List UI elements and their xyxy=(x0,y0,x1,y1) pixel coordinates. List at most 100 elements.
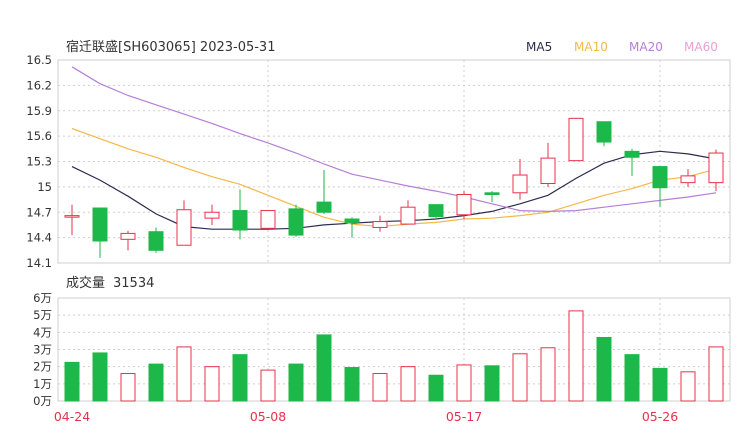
candle-body xyxy=(484,192,500,195)
candle-body xyxy=(176,209,192,246)
date-tick-label: 04-24 xyxy=(54,409,90,424)
volume-bar xyxy=(652,367,668,402)
volume-tick-label: 3万 xyxy=(33,343,52,357)
candle xyxy=(260,210,276,229)
candle-body xyxy=(680,175,696,184)
price-tick-label: 14.7 xyxy=(26,205,52,219)
date-tick-label: 05-17 xyxy=(446,409,482,424)
candle xyxy=(232,189,248,240)
price-tick-label: 15 xyxy=(37,180,52,194)
candle xyxy=(64,204,80,236)
volume-bar xyxy=(484,365,500,402)
volume-panel: 6万 5万 4万 3万 2万 1万 0万 xyxy=(33,291,731,408)
price-panel: 16.5 16.2 15.9 15.6 15.3 15 14.7 14.4 14.1 xyxy=(26,53,731,270)
volume-bar xyxy=(204,366,220,402)
volume-bars xyxy=(64,310,724,402)
candle-body xyxy=(344,218,360,223)
legend-ma20: MA20 xyxy=(629,40,663,54)
price-tick-label: 16.5 xyxy=(26,53,52,67)
volume-bar xyxy=(456,364,472,402)
candle xyxy=(400,200,416,225)
candle xyxy=(596,121,612,147)
candle-body xyxy=(708,152,724,184)
candle xyxy=(316,169,332,214)
candle-body xyxy=(652,166,668,189)
candle xyxy=(708,149,724,192)
volume-tick-label: 1万 xyxy=(33,377,52,391)
volume-bar xyxy=(148,363,164,402)
date-tick-label: 05-26 xyxy=(642,409,678,424)
moving-average-lines xyxy=(71,66,717,230)
volume-tick-label: 4万 xyxy=(33,325,52,339)
volume-bar xyxy=(316,334,332,402)
candle-body xyxy=(260,210,276,229)
candle xyxy=(204,204,220,225)
candle xyxy=(176,200,192,246)
candle xyxy=(120,230,136,251)
volume-bar xyxy=(568,310,584,402)
candle-body xyxy=(512,174,528,194)
candle-body xyxy=(428,204,444,217)
candle-body xyxy=(232,210,248,231)
volume-bar xyxy=(596,336,612,402)
price-tick-label: 14.1 xyxy=(26,256,52,270)
candle-body xyxy=(372,221,388,228)
ma-line-ma5 xyxy=(71,150,717,230)
price-tick-label: 16.2 xyxy=(26,78,52,92)
volume-y-axis: 6万 5万 4万 3万 2万 1万 0万 xyxy=(33,291,52,408)
volume-bar xyxy=(120,373,136,402)
date-axis: 04-24 05-08 05-17 05-26 xyxy=(54,409,678,424)
candle-body xyxy=(624,150,640,158)
ma-legend: MA5 MA10 MA20 MA60 xyxy=(526,40,718,54)
volume-bar xyxy=(540,347,556,402)
candlesticks xyxy=(64,117,724,258)
candle xyxy=(148,227,164,253)
candle-body xyxy=(288,208,304,236)
volume-bar xyxy=(260,369,276,402)
candle-body xyxy=(92,207,108,242)
volume-bar xyxy=(176,346,192,402)
candle-body xyxy=(316,201,332,213)
volume-bar xyxy=(372,373,388,402)
volume-bar xyxy=(400,366,416,402)
candle xyxy=(344,217,360,238)
candle xyxy=(624,148,640,176)
candle xyxy=(372,215,388,232)
volume-bar xyxy=(624,354,640,402)
volume-tick-label: 5万 xyxy=(33,308,52,322)
candle xyxy=(680,169,696,187)
candle-body xyxy=(148,231,164,251)
volume-tick-label: 2万 xyxy=(33,360,52,374)
volume-bar xyxy=(232,354,248,402)
price-tick-label: 14.4 xyxy=(26,231,52,245)
volume-bar xyxy=(512,353,528,402)
volume-value: 31534 xyxy=(113,276,154,291)
price-tick-label: 15.6 xyxy=(26,129,52,143)
stock-chart: 宿迁联盛[SH603065] 2023-05-31 MA5 MA10 MA20 … xyxy=(26,39,731,424)
volume-label: 成交量 xyxy=(66,275,105,291)
candle-body xyxy=(64,215,80,218)
candle-body xyxy=(204,211,220,219)
price-y-axis: 16.5 16.2 15.9 15.6 15.3 15 14.7 14.4 14.1 xyxy=(26,53,52,270)
candle-body xyxy=(596,121,612,143)
legend-ma5: MA5 xyxy=(526,40,552,54)
candle-body xyxy=(120,232,136,240)
price-tick-label: 15.9 xyxy=(26,104,52,118)
candle xyxy=(288,204,304,237)
volume-bar xyxy=(64,361,80,402)
legend-ma10: MA10 xyxy=(574,40,608,54)
volume-bar xyxy=(92,352,108,402)
candle xyxy=(456,191,472,220)
volume-bar xyxy=(344,367,360,402)
ma-line-ma20 xyxy=(71,66,717,213)
candle xyxy=(484,191,500,203)
candle xyxy=(92,207,108,258)
volume-tick-label: 0万 xyxy=(33,394,52,408)
volume-bar xyxy=(428,374,444,402)
chart-title: 宿迁联盛[SH603065] 2023-05-31 xyxy=(66,39,275,55)
candle-body xyxy=(540,157,556,184)
candle-body xyxy=(568,117,584,162)
volume-header: 成交量 31534 xyxy=(66,275,154,291)
volume-bar xyxy=(288,363,304,402)
candle xyxy=(428,204,444,220)
